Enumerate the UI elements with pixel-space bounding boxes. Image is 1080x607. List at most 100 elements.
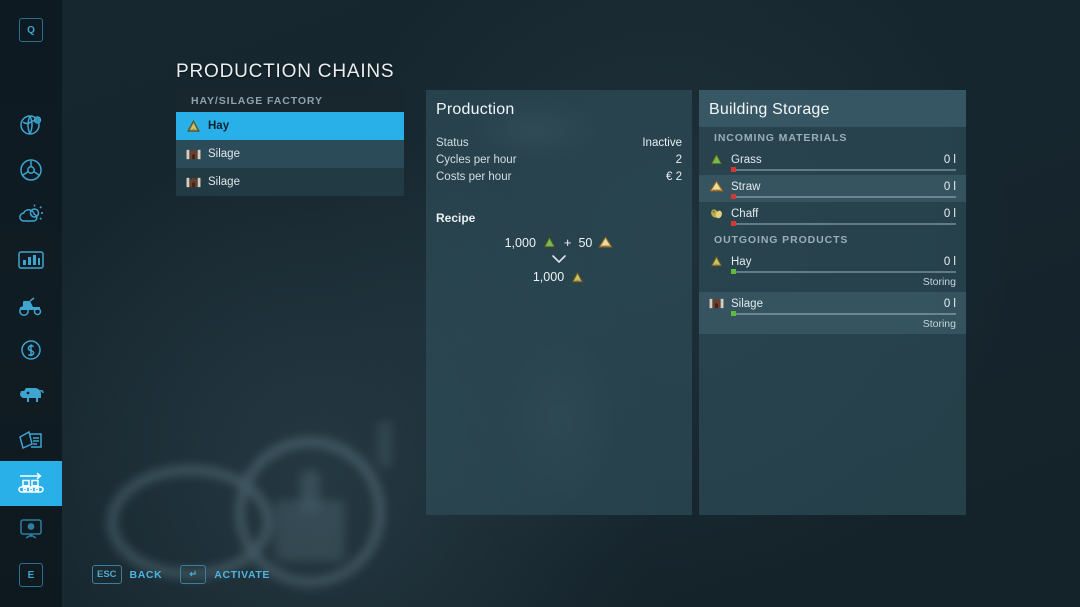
list-item-label: Silage: [208, 148, 240, 160]
page-title: PRODUCTION CHAINS: [176, 61, 395, 82]
recipe-body: 1,000 + 50 1,000: [426, 235, 692, 284]
straw-icon: [598, 236, 614, 248]
storage-panel-header: Building Storage: [699, 90, 966, 127]
list-item-label: Hay: [208, 120, 230, 132]
stat-value: 2: [675, 154, 682, 166]
chaff-icon: [711, 209, 722, 219]
recipe-input-amount: 1,000: [504, 235, 536, 250]
storage-row-amount: 0 l: [943, 207, 956, 220]
production-conveyor-icon: [18, 472, 44, 493]
stat-label: Cycles per hour: [436, 154, 517, 166]
recipe-inputs: 1,000 + 50: [426, 235, 692, 250]
recipe-outputs: 1,000: [426, 270, 692, 284]
sidebar-item-animals[interactable]: [0, 372, 62, 417]
stat-row-status: Status Inactive: [436, 135, 682, 152]
status-dot-icon: [731, 194, 736, 199]
stat-label: Status: [436, 137, 469, 149]
status-dot-icon: [731, 221, 736, 226]
storage-row[interactable]: Hay 0 l Storing: [699, 250, 966, 292]
sidebar-item-vehicle-control[interactable]: [0, 147, 62, 192]
storage-row-amount: 0 l: [943, 180, 956, 193]
left-sidebar: Q E: [0, 0, 62, 607]
straw-icon: [709, 180, 724, 192]
production-panel-title: Production: [436, 101, 515, 118]
enter-key-icon: ↵: [180, 565, 207, 584]
help-back[interactable]: ESC BACK: [92, 565, 162, 584]
storage-row-label: Hay: [731, 255, 752, 268]
tractor-vehicles-icon: [19, 296, 42, 316]
stat-value: € 2: [666, 171, 682, 183]
statistics-chart-icon: [18, 250, 44, 269]
storage-row-amount: 0 l: [943, 297, 956, 310]
finances-dollar-icon: [21, 339, 41, 360]
storage-row[interactable]: Straw 0 l: [699, 175, 966, 202]
silage-icon: [709, 298, 724, 309]
weather-cloud-sun-icon: [19, 204, 43, 222]
grass-icon: [543, 236, 556, 248]
storage-row-note: Storing: [922, 318, 956, 330]
storage-fill-bar: [731, 167, 956, 172]
storage-row-label: Silage: [731, 297, 763, 310]
storage-fill-bar: [731, 311, 956, 316]
storage-row[interactable]: Silage 0 l Storing: [699, 292, 966, 334]
help-activate-label: ACTIVATE: [214, 568, 271, 581]
list-item[interactable]: Silage: [176, 168, 404, 196]
esc-key-icon: ESC: [92, 565, 122, 584]
sidebar-item-production[interactable]: [0, 461, 62, 506]
bottom-help-bar: ESC BACK ↵ ACTIVATE: [92, 565, 270, 584]
sidebar-item-contracts[interactable]: [0, 417, 62, 462]
stat-label: Costs per hour: [436, 171, 512, 183]
stat-value: Inactive: [642, 137, 682, 149]
list-item[interactable]: Hay: [176, 112, 404, 140]
sidebar-next-key[interactable]: E: [0, 563, 62, 587]
contracts-papers-icon: [19, 430, 42, 449]
e-key-icon: E: [19, 563, 43, 587]
production-list-header: HAY/SILAGE FACTORY: [176, 90, 404, 112]
list-item[interactable]: Silage: [176, 140, 404, 168]
storage-fill-bar: [731, 269, 956, 274]
storage-fill-bar: [731, 221, 956, 226]
production-panel-header: Production: [426, 90, 692, 119]
storage-row-note: Storing: [922, 276, 956, 288]
game-menu-screen: Q E PRODUCTION CHAINS HAY/SILAGE FACTORY…: [0, 0, 1080, 607]
help-activate[interactable]: ↵ ACTIVATE: [180, 565, 270, 584]
sidebar-item-statistics[interactable]: [0, 237, 62, 282]
storage-fill-bar: [731, 194, 956, 199]
multiplayer-screen-icon: [20, 518, 42, 539]
hay-icon: [187, 119, 200, 132]
globe-map-icon: [20, 114, 42, 135]
sidebar-prev-key[interactable]: Q: [0, 18, 62, 42]
hay-icon: [571, 270, 584, 283]
animals-cow-icon: [20, 387, 44, 402]
sidebar-item-vehicles[interactable]: [0, 282, 62, 327]
sidebar-item-map[interactable]: [0, 102, 62, 147]
silage-icon: [186, 149, 201, 159]
sidebar-item-multiplayer[interactable]: [0, 506, 62, 551]
storage-panel-title: Building Storage: [709, 101, 830, 118]
status-dot-icon: [731, 269, 736, 274]
section-header-incoming: INCOMING MATERIALS: [714, 131, 848, 144]
sidebar-item-finances[interactable]: [0, 327, 62, 372]
production-stats: Status Inactive Cycles per hour 2 Costs …: [426, 135, 692, 186]
list-item-label: Silage: [208, 176, 240, 188]
storage-row-label: Straw: [731, 180, 761, 193]
storage-row[interactable]: Grass 0 l: [699, 148, 966, 175]
sidebar-item-weather[interactable]: [0, 192, 62, 237]
silage-icon: [186, 177, 201, 187]
recipe-plus-sign: +: [563, 235, 572, 250]
stat-row-costs: Costs per hour € 2: [436, 169, 682, 186]
storage-row-amount: 0 l: [943, 255, 956, 268]
stat-row-cycles: Cycles per hour 2: [436, 152, 682, 169]
storage-row-label: Chaff: [731, 207, 759, 220]
storage-row-label: Grass: [731, 153, 762, 166]
production-panel: Production Status Inactive Cycles per ho…: [426, 90, 692, 515]
hay-icon: [710, 255, 723, 267]
storage-row[interactable]: Chaff 0 l: [699, 202, 966, 229]
steering-wheel-icon: [20, 158, 42, 181]
building-storage-panel: Building Storage INCOMING MATERIALS Gras…: [699, 90, 966, 515]
recipe-output-amount: 1,000: [532, 270, 565, 284]
production-list: HAY/SILAGE FACTORY Hay Silage Silage: [176, 90, 404, 196]
recipe-arrow-icon: [426, 254, 692, 264]
status-dot-icon: [731, 167, 736, 172]
grass-icon: [710, 153, 723, 165]
